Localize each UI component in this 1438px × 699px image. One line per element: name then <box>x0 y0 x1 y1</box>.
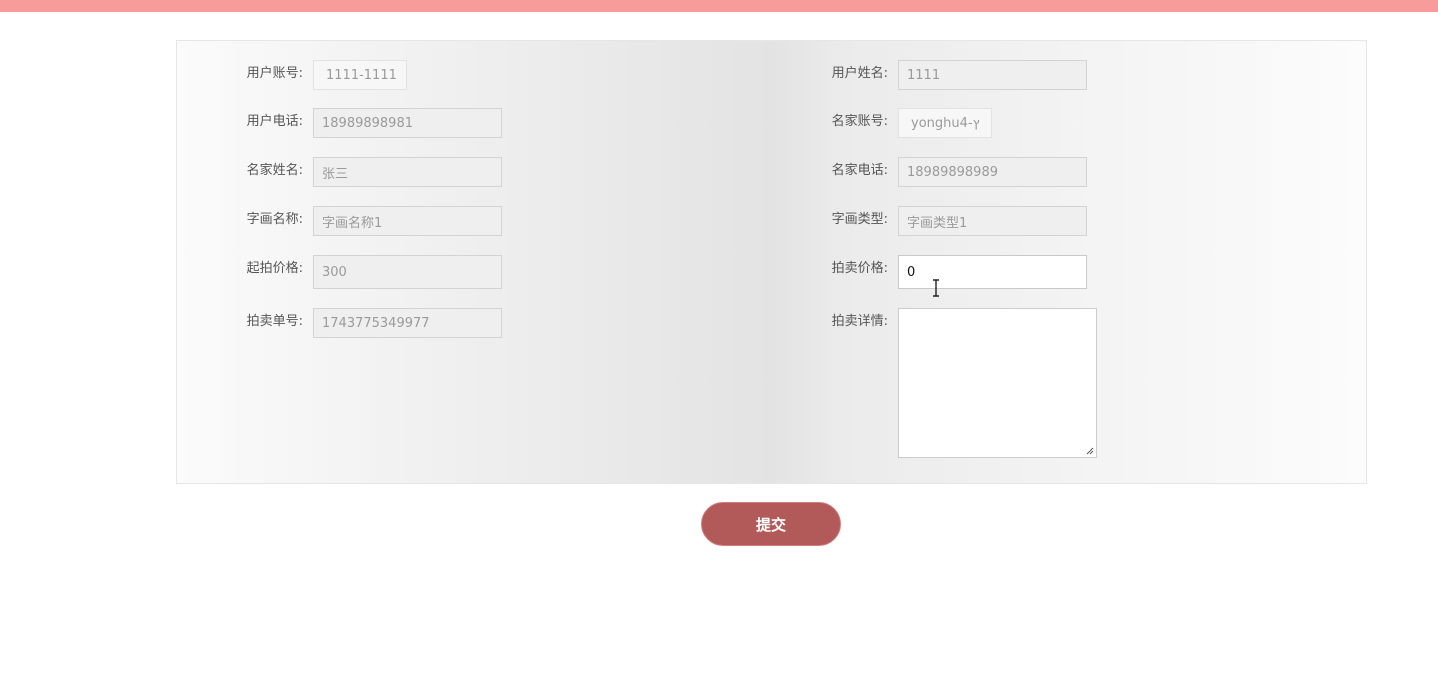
artist-phone-label: 名家电话: <box>831 163 888 178</box>
painting-name-label: 字画名称: <box>246 212 303 227</box>
user-phone-label: 用户电话: <box>246 114 303 129</box>
submit-button[interactable]: 提交 <box>701 502 841 546</box>
auction-price-label: 拍卖价格: <box>831 261 888 276</box>
starting-price-label: 起拍价格: <box>246 261 303 276</box>
auction-number-field[interactable]: 1743775349977 <box>313 308 502 338</box>
text-cursor-icon <box>933 279 939 297</box>
user-account-label: 用户账号: <box>246 66 303 81</box>
artist-phone-field[interactable]: 18989898989 <box>898 157 1087 187</box>
auction-number-label: 拍卖单号: <box>246 314 303 329</box>
artist-name-field[interactable]: 张三 <box>313 157 502 187</box>
auction-details-label: 拍卖详情: <box>831 314 888 329</box>
column-divider <box>773 41 774 483</box>
user-phone-field[interactable]: 18989898981 <box>313 108 502 138</box>
user-account-field[interactable]: 1111-1111 <box>313 60 407 90</box>
artist-account-label: 名家账号: <box>831 114 888 129</box>
auction-price-input[interactable]: 0 <box>898 255 1087 289</box>
top-accent-bar <box>0 0 1438 12</box>
painting-name-field[interactable]: 字画名称1 <box>313 206 502 236</box>
user-name-label: 用户姓名: <box>831 66 888 81</box>
starting-price-field[interactable]: 300 <box>313 255 502 289</box>
painting-type-field[interactable]: 字画类型1 <box>898 206 1087 236</box>
user-name-field[interactable]: 1111 <box>898 60 1087 90</box>
resize-grip-icon[interactable] <box>1086 447 1094 455</box>
painting-type-label: 字画类型: <box>831 212 888 227</box>
artist-account-field[interactable]: yonghu4-ץ <box>898 108 992 138</box>
auction-details-textarea[interactable] <box>898 308 1097 458</box>
artist-name-label: 名家姓名: <box>246 163 303 178</box>
